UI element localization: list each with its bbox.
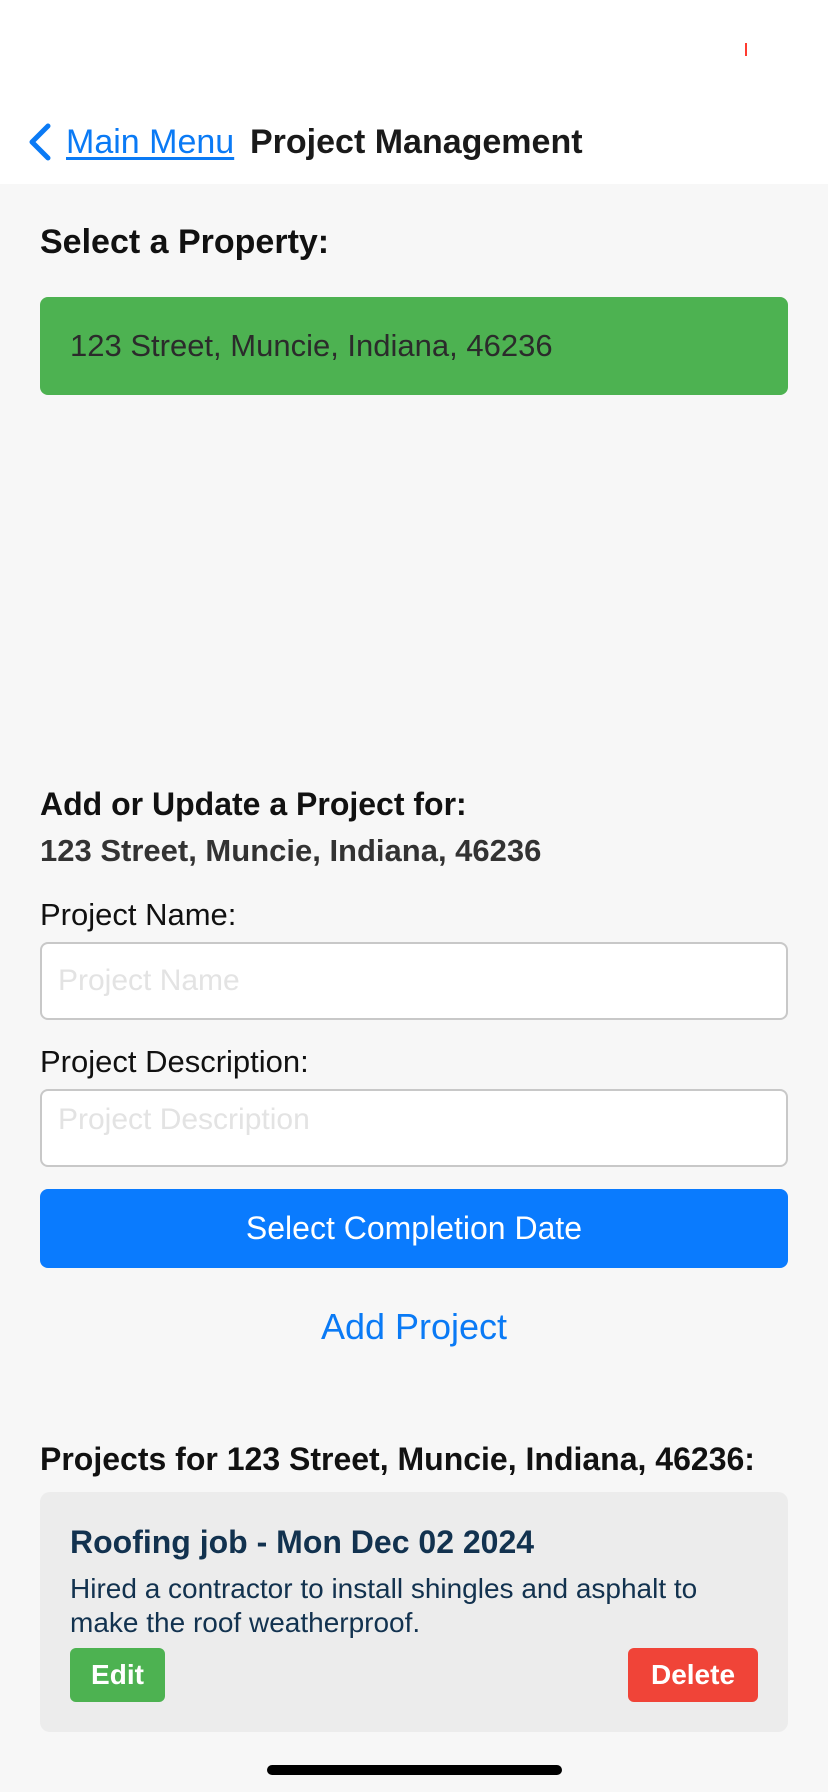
status-bar [0, 0, 828, 100]
project-description: Hired a contractor to install shingles a… [70, 1573, 698, 1638]
status-indicator-mark [745, 43, 747, 56]
property-option-selected[interactable]: 123 Street, Muncie, Indiana, 46236 [40, 297, 788, 395]
chevron-left-icon [29, 123, 51, 161]
back-button-label[interactable]: Main Menu [66, 123, 234, 162]
project-title: Roofing job - Mon Dec 02 2024 [70, 1524, 535, 1560]
home-indicator[interactable] [267, 1765, 562, 1775]
navigation-bar: Main Menu Project Management [0, 100, 828, 184]
project-description-input[interactable] [40, 1089, 788, 1167]
projects-list-heading: Projects for 123 Street, Muncie, Indiana… [40, 1441, 755, 1477]
form-heading: Add or Update a Project for: [40, 786, 467, 822]
project-name-input[interactable] [40, 942, 788, 1020]
page-title: Project Management [250, 123, 583, 161]
project-card: Roofing job - Mon Dec 02 2024 Hired a co… [40, 1492, 788, 1732]
project-description-label: Project Description: [40, 1044, 309, 1079]
form-property-address: 123 Street, Muncie, Indiana, 46236 [40, 833, 542, 868]
delete-project-button[interactable]: Delete [628, 1648, 758, 1702]
edit-project-button[interactable]: Edit [70, 1648, 165, 1702]
select-property-heading: Select a Property: [40, 223, 330, 261]
add-project-button[interactable]: Add Project [264, 1302, 564, 1352]
select-completion-date-button[interactable]: Select Completion Date [40, 1189, 788, 1268]
project-name-label: Project Name: [40, 897, 237, 932]
back-button[interactable]: Main Menu [22, 120, 234, 164]
